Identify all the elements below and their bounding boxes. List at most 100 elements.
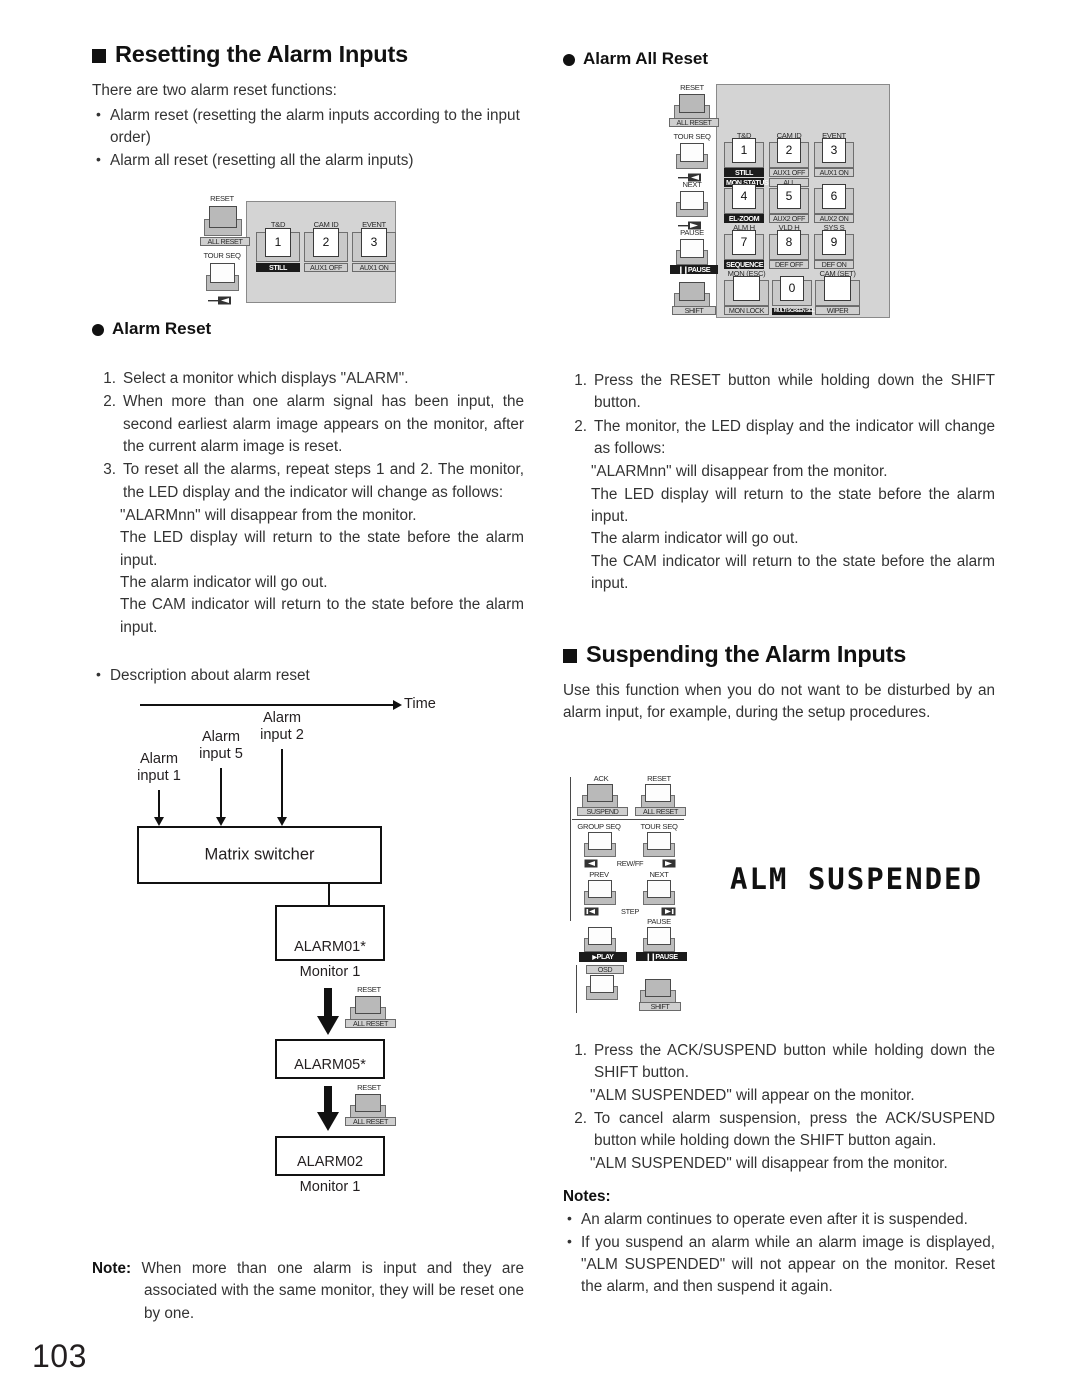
reset-key[interactable] xyxy=(350,996,386,1021)
group-seq-key[interactable] xyxy=(584,832,616,857)
monitor-1-label-bottom: Monitor 1 xyxy=(299,1179,361,1195)
key-cap xyxy=(680,191,704,210)
numkey-5[interactable]: ALL 5 AUX2 OFF xyxy=(769,178,809,223)
numkey-8[interactable]: VLD H 8 DEF OFF xyxy=(769,224,809,269)
result-line: The LED display will return to the state… xyxy=(591,485,995,525)
alarm-reset-heading-text: Alarm Reset xyxy=(112,319,212,338)
tour-seq-key[interactable] xyxy=(206,263,239,291)
reset-key-graphic-2[interactable]: RESET ALL RESET xyxy=(341,1084,397,1128)
pause-cap-label: ❙❙PAUSE xyxy=(670,265,718,275)
reset-key[interactable] xyxy=(350,1094,386,1119)
all-reset-cap-label: ALL RESET xyxy=(669,118,719,128)
play-key[interactable] xyxy=(584,927,616,952)
osd-key[interactable] xyxy=(586,975,618,1000)
panel-edge-line-2 xyxy=(576,965,578,1013)
step-row: STEP xyxy=(584,907,676,917)
result-line: The alarm indicator will go out. xyxy=(591,530,799,548)
next-key[interactable] xyxy=(643,880,675,905)
play-cap-text: PLAY xyxy=(596,952,614,961)
notes-title: Notes: xyxy=(563,1188,611,1205)
label-line-2: input 2 xyxy=(260,727,304,744)
round-bullet-icon xyxy=(92,324,104,337)
monitor-1-label-top: Monitor 1 xyxy=(299,964,361,980)
key-cap xyxy=(680,143,704,162)
alarm-reset-section: Alarm Reset xyxy=(92,319,524,349)
numkey-3[interactable]: EVENT 3 AUX1 ON xyxy=(352,221,396,272)
alarm02-box: ALARM02 xyxy=(275,1136,385,1176)
alarm05-label: ALARM05* xyxy=(294,1057,366,1073)
numkey-9[interactable]: SYS S 9 DEF ON xyxy=(814,224,854,269)
list-item: Press the ACK/SUSPEND button while holdi… xyxy=(563,1040,995,1107)
result-line: The CAM indicator will return to the sta… xyxy=(120,596,524,636)
suspending-intro: Use this function when you do not want t… xyxy=(563,681,995,721)
numkey-bottom-label: AUX2 OFF xyxy=(769,213,809,223)
pause-key[interactable] xyxy=(643,927,675,952)
cam-set-key[interactable]: CAM (SET) WIPER xyxy=(815,270,860,315)
step-results: "ALARMnn" will disappear from the monito… xyxy=(92,505,524,639)
numkey-2[interactable]: CAM ID 2 AUX1 OFF xyxy=(769,132,809,177)
reset-key[interactable] xyxy=(641,784,675,809)
round-bullet-icon xyxy=(563,54,575,67)
key-cap xyxy=(647,880,671,898)
key-cap xyxy=(647,927,671,945)
numkey-4[interactable]: MON STATUS 4 EL-ZOOM xyxy=(724,178,769,223)
numkey-bottom-label: DEF ON xyxy=(814,259,854,269)
numkey-digit: 1 xyxy=(732,137,756,164)
reset-key-graphic-1[interactable]: RESET ALL RESET xyxy=(341,986,397,1030)
note-text: When more than one alarm is input and th… xyxy=(141,1260,525,1322)
tour-seq-key[interactable] xyxy=(676,143,708,169)
notes-list: An alarm continues to operate even after… xyxy=(563,1208,995,1298)
alarm01-box: ALARM01* xyxy=(275,905,385,961)
tour-seq-key[interactable] xyxy=(643,832,675,857)
time-axis-line xyxy=(140,704,395,706)
numkey-0[interactable]: 0 MULTI SCREEN SEL xyxy=(772,270,815,315)
numkey-digit: 4 xyxy=(732,183,756,210)
suspending-section: Suspending the Alarm Inputs Use this fun… xyxy=(563,641,995,724)
numkey-7[interactable]: ALM H 7 SEQUENCE xyxy=(724,224,764,269)
numkey-2[interactable]: CAM ID 2 AUX1 OFF xyxy=(304,221,348,272)
list-item: Press the RESET button while holding dow… xyxy=(563,370,995,412)
list-item: The monitor, the LED display and the ind… xyxy=(563,416,995,457)
note-block: Note: When more than one alarm is input … xyxy=(92,1258,524,1325)
reset-key-label: RESET xyxy=(647,774,671,783)
prev-key[interactable] xyxy=(584,880,616,905)
time-axis-arrow xyxy=(393,700,402,710)
left-column: Resetting the Alarm Inputs There are two… xyxy=(92,41,524,173)
alarm-all-reset-heading: Alarm All Reset xyxy=(563,49,995,69)
pause-key[interactable] xyxy=(676,239,708,265)
osd-cap-label: OSD xyxy=(586,965,624,975)
numkey-3[interactable]: EVENT 3 AUX1 ON xyxy=(814,132,854,177)
label-line-2: input 1 xyxy=(137,768,181,785)
key-cap xyxy=(680,239,704,258)
numkey-6[interactable]: 6 AUX2 ON xyxy=(814,178,854,223)
step-text: Press the ACK/SUSPEND button while holdi… xyxy=(594,1042,995,1082)
shift-key[interactable] xyxy=(640,979,676,1004)
next-key[interactable] xyxy=(676,191,708,217)
input-2-arrow xyxy=(277,817,287,826)
numkey-digit: 9 xyxy=(822,229,846,256)
mon-esc-key[interactable]: MON (ESC) MON LOCK xyxy=(724,270,769,315)
pause-cap-label: ❙❙PAUSE xyxy=(636,952,687,962)
numkey-1[interactable]: T&D 1 STILL xyxy=(724,132,764,177)
ordered-steps: Press the ACK/SUSPEND button while holdi… xyxy=(563,1040,995,1175)
numkey-1[interactable]: T&D 1 STILL xyxy=(256,221,300,272)
play-cap-label: ▶PLAY xyxy=(579,952,627,962)
manual-page: Resetting the Alarm Inputs There are two… xyxy=(0,0,1080,1397)
panel-edge-line xyxy=(570,777,572,921)
reset-key[interactable] xyxy=(674,94,710,120)
alarm-input-2-label: Alarm input 2 xyxy=(237,710,327,744)
suspending-steps: Press the ACK/SUSPEND button while holdi… xyxy=(563,1040,995,1176)
next-key-label: NEXT xyxy=(682,180,702,189)
ack-suspend-key[interactable] xyxy=(582,784,618,809)
all-reset-cap-label: ALL RESET xyxy=(635,807,686,817)
alm-suspended-display: ALM SUSPENDED xyxy=(730,862,983,896)
numkey-digit: 7 xyxy=(732,229,756,256)
tour-seq-key-label: TOUR SEQ xyxy=(203,251,241,260)
step-back-icon xyxy=(584,903,599,921)
reset-key[interactable] xyxy=(204,206,242,236)
alarm-all-reset-steps: Press the RESET button while holding dow… xyxy=(563,370,995,595)
list-item: When more than one alarm signal has been… xyxy=(92,391,524,455)
multi-screen-sel-label: MULTI SCREEN SEL xyxy=(772,308,815,315)
group-seq-key-label: GROUP SEQ xyxy=(577,822,621,831)
shift-key[interactable] xyxy=(674,282,710,308)
